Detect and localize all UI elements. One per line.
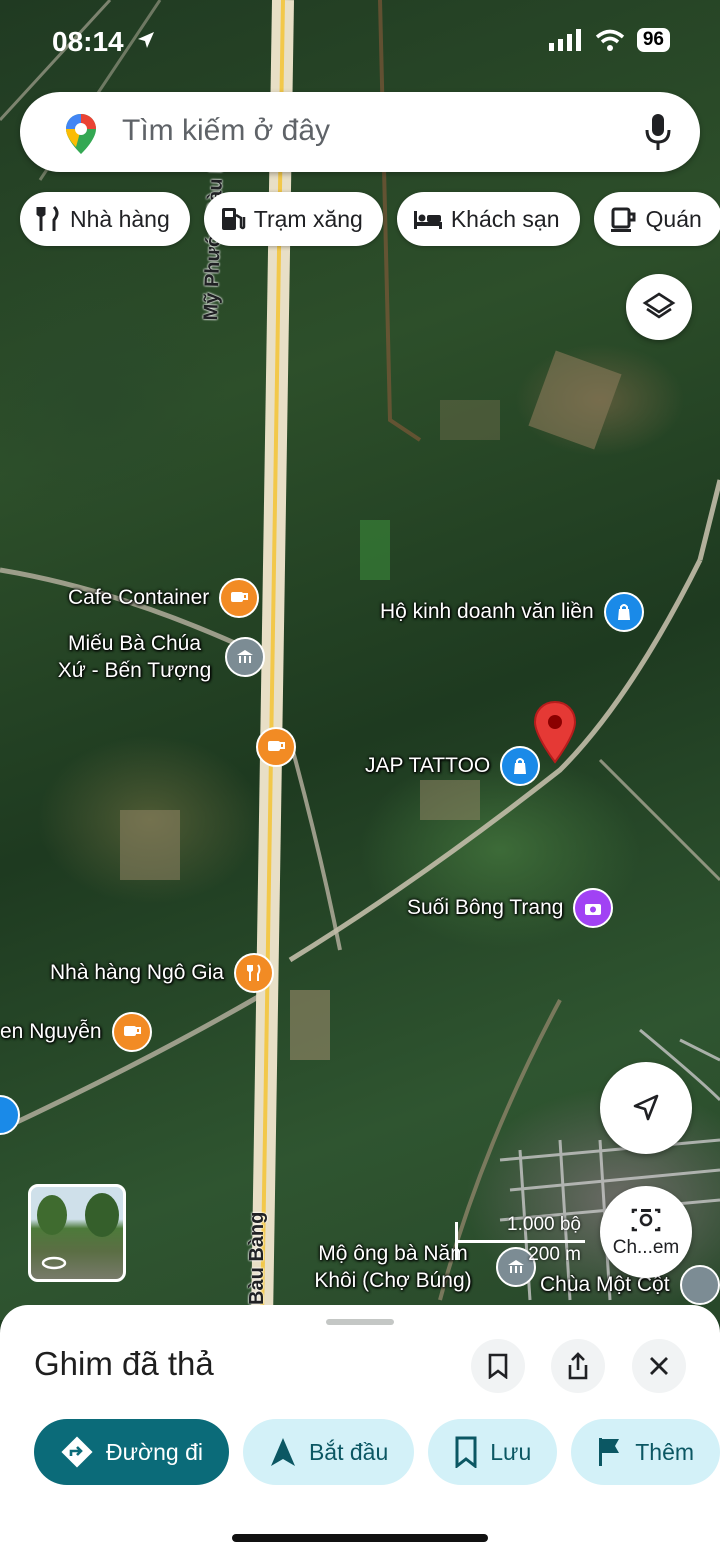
scale-imperial: 1.000 bộ <box>507 1214 581 1235</box>
action-label: Lưu <box>490 1438 532 1465</box>
search-bar[interactable]: Tìm kiếm ở đây <box>20 92 700 172</box>
chip-label: Quán <box>645 205 702 232</box>
close-icon <box>650 1357 668 1375</box>
directions-button[interactable]: Đường đi <box>34 1419 229 1485</box>
google-maps-logo-icon <box>66 114 96 154</box>
poi-label: Miếu Bà Chúa Xứ - Bến Tượng <box>57 632 212 683</box>
temple-icon <box>225 637 265 678</box>
directions-icon <box>60 1435 94 1469</box>
search-input[interactable]: Tìm kiếm ở đây <box>122 114 330 148</box>
action-label: Đường đi <box>106 1438 203 1465</box>
poi-label: en Nguyễn <box>0 1020 102 1044</box>
home-indicator <box>232 1534 488 1542</box>
poi-ho-kinh-doanh[interactable]: Hộ kinh doanh văn liền <box>380 592 644 632</box>
poi-edge-marker[interactable] <box>0 1095 20 1135</box>
chip-gas-stations[interactable]: Trạm xăng <box>203 192 383 246</box>
coffee-cup-icon <box>610 206 638 232</box>
dropped-pin-marker[interactable] <box>532 700 578 769</box>
road-label-south: Bàu Bàng <box>246 1211 268 1305</box>
coffee-cup-icon <box>111 1012 152 1052</box>
my-location-button[interactable] <box>600 1062 692 1154</box>
more-button[interactable]: Thêm <box>571 1419 720 1485</box>
navigation-arrow-icon <box>633 1094 659 1121</box>
poi-nha-hang-ngo-gia[interactable]: Nhà hàng Ngô Gia <box>50 953 274 993</box>
chip-cafes[interactable]: Quán <box>593 192 720 246</box>
layers-button[interactable] <box>626 274 692 340</box>
camera-lens-icon <box>631 1208 661 1232</box>
street-view-thumbnail[interactable] <box>28 1184 126 1282</box>
share-button[interactable] <box>551 1339 605 1393</box>
layers-icon <box>642 292 676 319</box>
coffee-cup-icon <box>256 727 296 767</box>
poi-jap-tattoo[interactable]: JAP TATTOO <box>365 746 541 786</box>
close-button[interactable] <box>632 1339 686 1393</box>
camera-plus-icon <box>573 888 614 928</box>
action-label: Bắt đầu <box>308 1438 389 1465</box>
share-icon <box>568 1352 588 1380</box>
scale-metric: 200 m <box>528 1244 581 1265</box>
battery-level: 96 <box>636 28 670 52</box>
action-buttons-row: Đường đi Bắt đầu Lưu Thêm <box>34 1419 720 1485</box>
signal-icon <box>548 29 581 51</box>
bookmark-icon <box>454 1436 478 1468</box>
chip-hotels[interactable]: Khách sạn <box>396 192 580 246</box>
map-scale: 1.000 bộ 200 m <box>455 1214 595 1265</box>
save-button[interactable]: Lưu <box>428 1419 558 1485</box>
gas-station-icon <box>220 205 246 233</box>
coffee-cup-icon <box>219 578 260 618</box>
camera-label: Ch...em <box>612 1237 680 1258</box>
wifi-icon <box>595 29 624 51</box>
map-pin-icon <box>533 700 577 764</box>
chip-label: Khách sạn <box>450 205 560 232</box>
sheet-title: Ghim đã thả <box>34 1345 214 1382</box>
bed-icon <box>413 207 443 231</box>
status-bar: 08:14 96 <box>0 0 720 80</box>
poi-label: Cafe Container <box>68 586 210 610</box>
flag-icon <box>597 1436 623 1468</box>
microphone-icon[interactable] <box>644 112 672 152</box>
place-bottom-sheet[interactable]: Ghim đã thả Đường đi Bắt đầu Lưu Thêm <box>0 1305 720 1557</box>
poi-cafe-roadside[interactable] <box>256 727 296 767</box>
poi-suoi-bong-trang[interactable]: Suối Bông Trang <box>407 888 614 928</box>
chip-restaurants[interactable]: Nhà hàng <box>20 192 190 246</box>
fork-knife-icon <box>36 205 62 233</box>
action-label: Thêm <box>635 1438 695 1465</box>
poi-label: Suối Bông Trang <box>407 896 564 920</box>
category-chips: Nhà hàng Trạm xăng Khách sạn Quán <box>20 192 720 246</box>
navigation-arrow-icon <box>269 1436 297 1468</box>
status-time: 08:14 <box>52 26 124 57</box>
sheet-drag-handle[interactable] <box>326 1319 394 1325</box>
chip-label: Nhà hàng <box>70 205 170 232</box>
fork-knife-icon <box>233 953 274 993</box>
poi-cafe-container[interactable]: Cafe Container <box>68 578 260 618</box>
camera-search-button[interactable]: Ch...em <box>600 1186 692 1278</box>
poi-label: Hộ kinh doanh văn liền <box>380 600 594 624</box>
shopping-bag-icon <box>603 592 644 632</box>
poi-label: JAP TATTOO <box>365 754 491 778</box>
bookmark-icon <box>488 1353 508 1379</box>
start-button[interactable]: Bắt đầu <box>242 1419 415 1485</box>
poi-label: Nhà hàng Ngô Gia <box>50 961 224 985</box>
poi-mieu-ba-chua[interactable]: Miếu Bà Chúa Xứ - Bến Tượng <box>52 630 265 685</box>
temple-icon <box>679 1265 720 1305</box>
shopping-bag-icon <box>0 1095 20 1135</box>
rotate-360-icon <box>41 1256 67 1270</box>
chip-label: Trạm xăng <box>253 205 363 232</box>
save-bookmark-button[interactable] <box>471 1339 525 1393</box>
location-arrow-icon <box>138 32 154 48</box>
poi-cafe-nguyen[interactable]: en Nguyễn <box>0 1012 152 1052</box>
